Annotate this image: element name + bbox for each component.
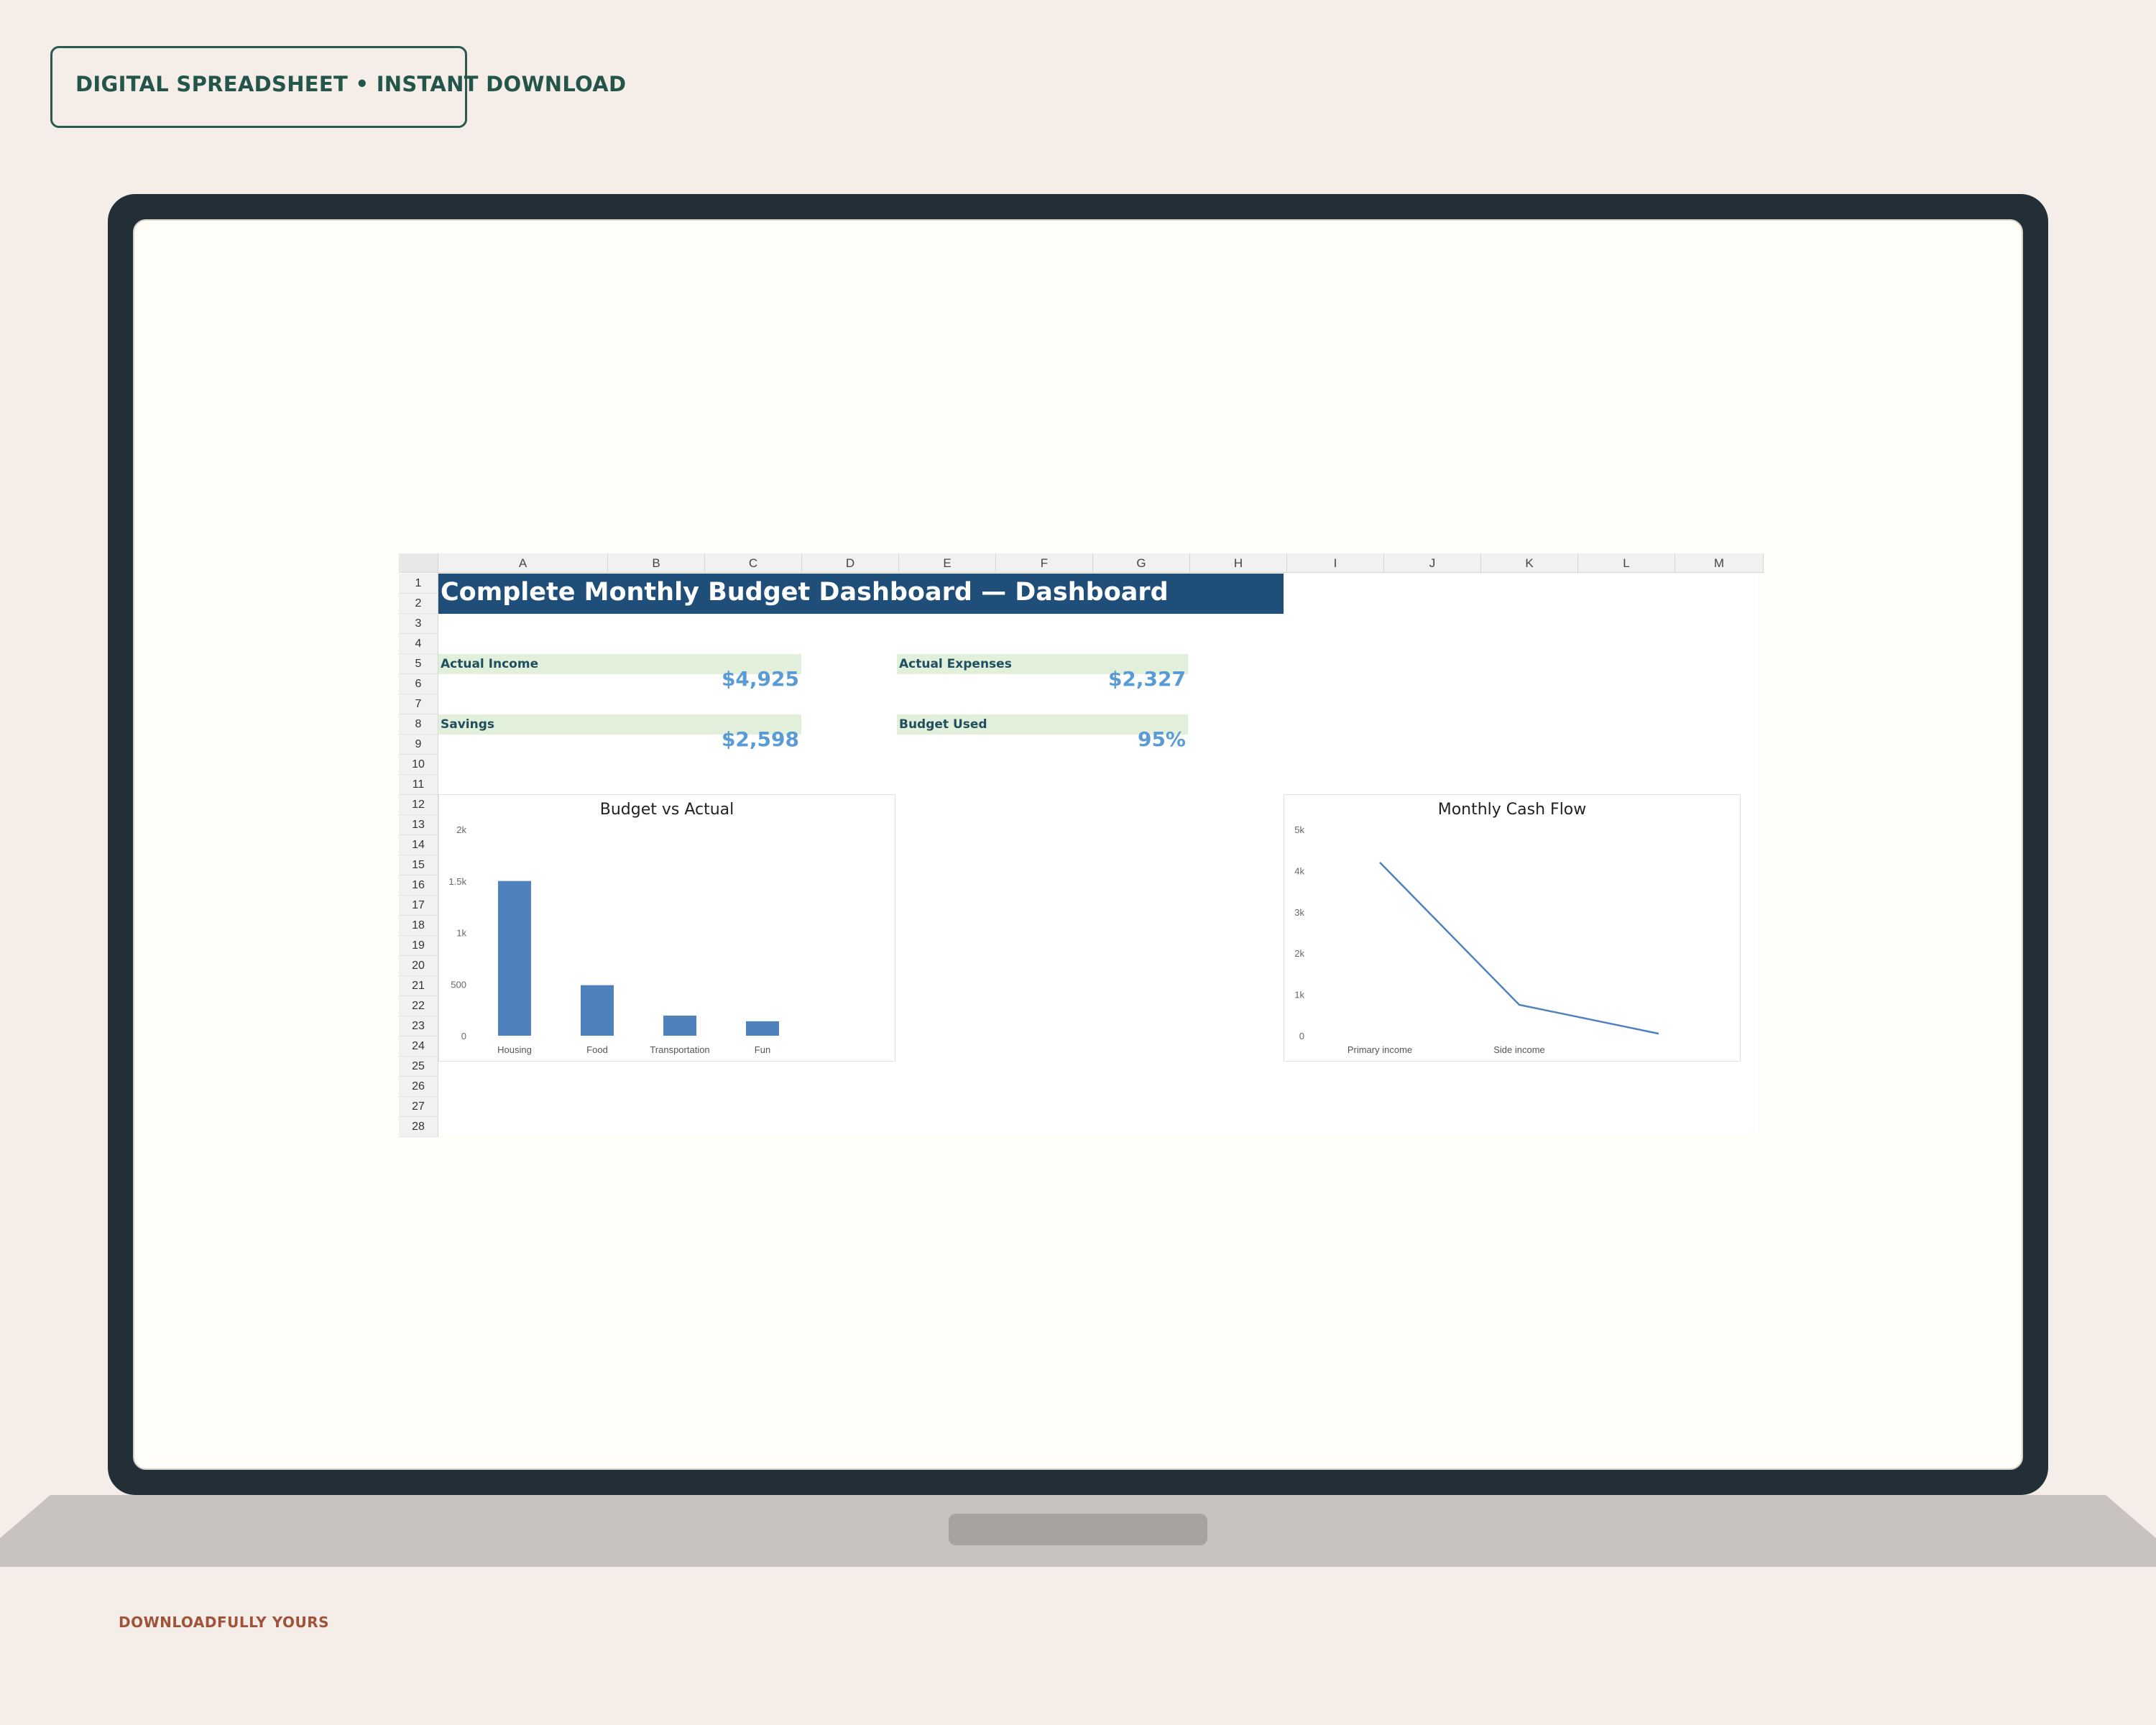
y-tick-label: 2k bbox=[456, 824, 466, 835]
column-header-f[interactable]: F bbox=[996, 553, 1093, 573]
row-header-14[interactable]: 14 bbox=[399, 835, 438, 855]
spreadsheet: ABCDEFGHIJKLM 1 2 3 4 5 6 7 8 9 10 11 12 13 14 15 16 17 1… bbox=[399, 553, 1764, 1137]
row-header-16[interactable]: 16 bbox=[399, 875, 438, 896]
column-header-k[interactable]: K bbox=[1481, 553, 1578, 573]
y-tick-label: 5k bbox=[1294, 824, 1304, 835]
y-tick-label: 1k bbox=[456, 928, 466, 939]
actual-expenses-value[interactable]: $2,327 bbox=[1003, 667, 1186, 691]
bar-transportation bbox=[663, 1016, 696, 1036]
budget-vs-actual-chart[interactable]: Budget vs Actual 0 500 1k 1.5k 2k Housing Food… bbox=[438, 794, 895, 1062]
row-header-11[interactable]: 11 bbox=[399, 775, 438, 795]
laptop-trackpad bbox=[949, 1514, 1207, 1545]
bar-chart-svg: 0 500 1k 1.5k 2k Housing Food Transportation Fun bbox=[448, 824, 779, 1055]
row-header-19[interactable]: 19 bbox=[399, 936, 438, 956]
row-header-22[interactable]: 22 bbox=[399, 996, 438, 1016]
row-header-21[interactable]: 21 bbox=[399, 976, 438, 996]
x-tick-label: Primary income bbox=[1348, 1044, 1412, 1055]
y-tick-label: 2k bbox=[1294, 948, 1304, 959]
row-header-18[interactable]: 18 bbox=[399, 916, 438, 936]
x-tick-label: Fun bbox=[755, 1044, 770, 1055]
actual-expenses-label: Actual Expenses bbox=[899, 657, 1012, 671]
column-header-h[interactable]: H bbox=[1190, 553, 1287, 573]
y-tick-label: 3k bbox=[1294, 907, 1304, 918]
row-header-6[interactable]: 6 bbox=[399, 674, 438, 694]
select-all-corner[interactable] bbox=[399, 553, 438, 573]
monthly-cash-flow-chart[interactable]: Monthly Cash Flow 0 1k 2k 3k 4k 5k Primary inc… bbox=[1284, 794, 1741, 1062]
y-tick-label: 0 bbox=[1299, 1031, 1304, 1041]
column-header-g[interactable]: G bbox=[1093, 553, 1190, 573]
row-header-17[interactable]: 17 bbox=[399, 896, 438, 916]
row-header-15[interactable]: 15 bbox=[399, 855, 438, 875]
row-header-9[interactable]: 9 bbox=[399, 735, 438, 755]
row-header-1[interactable]: 1 bbox=[399, 574, 438, 594]
savings-value[interactable]: $2,598 bbox=[614, 727, 799, 751]
actual-income-value[interactable]: $4,925 bbox=[614, 667, 799, 691]
row-header-28[interactable]: 28 bbox=[399, 1117, 438, 1137]
dashboard-title: Complete Monthly Budget Dashboard — Dash… bbox=[441, 578, 1169, 607]
row-header-10[interactable]: 10 bbox=[399, 755, 438, 775]
row-header-23[interactable]: 23 bbox=[399, 1016, 438, 1036]
column-header-d[interactable]: D bbox=[802, 553, 899, 573]
row-header-4[interactable]: 4 bbox=[399, 634, 438, 654]
x-tick-label: Transportation bbox=[650, 1044, 709, 1055]
column-header-b[interactable]: B bbox=[608, 553, 705, 573]
row-header-25[interactable]: 25 bbox=[399, 1057, 438, 1077]
y-tick-label: 1k bbox=[1294, 990, 1304, 1000]
y-tick-label: 4k bbox=[1294, 865, 1304, 876]
row-header-26[interactable]: 26 bbox=[399, 1077, 438, 1097]
budget-used-value[interactable]: 95% bbox=[1003, 727, 1186, 751]
row-header-24[interactable]: 24 bbox=[399, 1036, 438, 1057]
row-header-27[interactable]: 27 bbox=[399, 1097, 438, 1117]
column-header-i[interactable]: I bbox=[1287, 553, 1384, 573]
bar-food bbox=[581, 985, 614, 1036]
column-header-e[interactable]: E bbox=[899, 553, 996, 573]
row-header-12[interactable]: 12 bbox=[399, 795, 438, 815]
product-badge-text: DIGITAL SPREADSHEET • INSTANT DOWNLOAD bbox=[75, 72, 627, 96]
row-header-5[interactable]: 5 bbox=[399, 654, 438, 674]
x-tick-label: Housing bbox=[497, 1044, 532, 1055]
x-tick-label: Side income bbox=[1493, 1044, 1545, 1055]
column-header-a[interactable]: A bbox=[438, 553, 608, 573]
bar-housing bbox=[498, 880, 531, 1036]
savings-label: Savings bbox=[441, 717, 495, 732]
bar-fun bbox=[746, 1021, 779, 1036]
row-header-13[interactable]: 13 bbox=[399, 815, 438, 835]
row-header-2[interactable]: 2 bbox=[399, 594, 438, 614]
x-tick-label: Food bbox=[586, 1044, 608, 1055]
footer-brand: DOWNLOADFULLY YOURS bbox=[119, 1614, 330, 1631]
row-header-20[interactable]: 20 bbox=[399, 956, 438, 976]
budget-used-label: Budget Used bbox=[899, 717, 987, 732]
row-header-3[interactable]: 3 bbox=[399, 614, 438, 634]
actual-income-label: Actual Income bbox=[441, 657, 539, 671]
cash-flow-line bbox=[1379, 862, 1659, 1035]
column-header-l[interactable]: L bbox=[1578, 553, 1675, 573]
column-header-m[interactable]: M bbox=[1675, 553, 1764, 573]
y-tick-label: 500 bbox=[451, 979, 466, 990]
y-tick-label: 0 bbox=[461, 1031, 466, 1041]
line-chart-svg: 0 1k 2k 3k 4k 5k Primary income Side income bbox=[1294, 824, 1659, 1055]
row-header-7[interactable]: 7 bbox=[399, 694, 438, 714]
y-tick-label: 1.5k bbox=[448, 876, 466, 887]
row-header-8[interactable]: 8 bbox=[399, 714, 438, 735]
column-header-c[interactable]: C bbox=[705, 553, 802, 573]
column-header-j[interactable]: J bbox=[1384, 553, 1481, 573]
